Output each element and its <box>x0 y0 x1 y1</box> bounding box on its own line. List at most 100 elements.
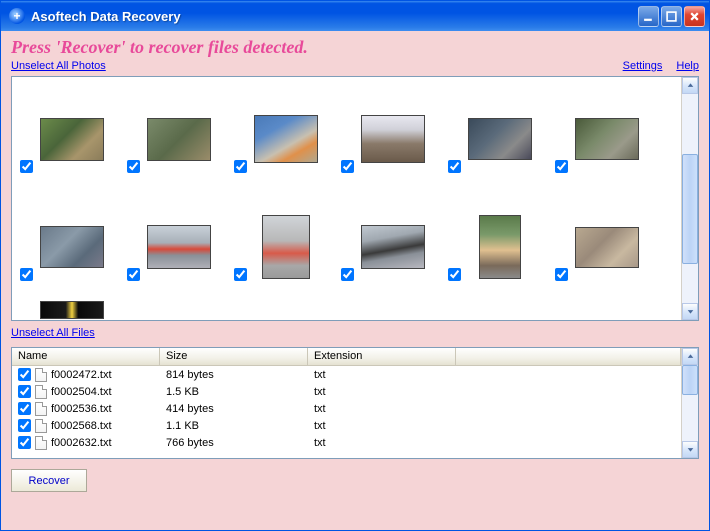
instruction-text: Press 'Recover' to recover files detecte… <box>11 37 699 58</box>
file-checkbox[interactable] <box>18 368 31 381</box>
cell-extension: txt <box>308 369 456 381</box>
cell-name: f0002472.txt <box>12 368 160 382</box>
cell-extension: txt <box>308 403 456 415</box>
col-header-size[interactable]: Size <box>160 348 308 365</box>
cell-size: 766 bytes <box>160 437 308 449</box>
help-link[interactable]: Help <box>676 60 699 72</box>
thumbnail-checkbox[interactable] <box>555 268 568 281</box>
thumbnail-image[interactable] <box>575 118 639 160</box>
table-row[interactable]: f0002504.txt1.5 KBtxt <box>12 383 681 400</box>
unselect-all-files-link[interactable]: Unselect All Files <box>11 327 95 339</box>
scroll-up-button[interactable] <box>682 77 698 94</box>
thumbnail-image[interactable] <box>40 301 104 319</box>
thumbnail-checkbox[interactable] <box>341 160 354 173</box>
table-row[interactable]: f0002632.txt766 bytestxt <box>12 434 681 451</box>
thumbnail-cell[interactable] <box>446 193 553 301</box>
thumbnail-image[interactable] <box>147 118 211 161</box>
window-title: Asoftech Data Recovery <box>31 9 638 24</box>
file-icon <box>35 436 47 450</box>
thumbnail-image[interactable] <box>254 115 318 163</box>
recover-button[interactable]: Recover <box>11 469 87 492</box>
file-checkbox[interactable] <box>18 402 31 415</box>
thumbnail-cell[interactable] <box>125 85 232 193</box>
thumbnail-cell[interactable] <box>339 193 446 301</box>
photos-scrollbar[interactable] <box>681 77 698 320</box>
cell-size: 1.1 KB <box>160 420 308 432</box>
close-button[interactable] <box>684 6 705 27</box>
thumbnail-checkbox[interactable] <box>448 268 461 281</box>
scroll-up-button[interactable] <box>682 348 698 365</box>
maximize-button[interactable] <box>661 6 682 27</box>
table-row[interactable]: f0002568.txt1.1 KBtxt <box>12 417 681 434</box>
thumbnail-checkbox[interactable] <box>20 268 33 281</box>
col-header-name[interactable]: Name <box>12 348 160 365</box>
file-name: f0002472.txt <box>51 369 112 381</box>
minimize-button[interactable] <box>638 6 659 27</box>
bottom-bar: Recover <box>11 469 699 492</box>
thumbnail-image[interactable] <box>40 118 104 161</box>
file-name: f0002536.txt <box>51 403 112 415</box>
thumbnail-checkbox[interactable] <box>555 160 568 173</box>
titlebar[interactable]: + Asoftech Data Recovery <box>1 1 709 31</box>
thumbnail-image[interactable] <box>147 225 211 269</box>
thumbnail-checkbox[interactable] <box>448 160 461 173</box>
file-checkbox[interactable] <box>18 385 31 398</box>
cell-name: f0002568.txt <box>12 419 160 433</box>
thumbnail-checkbox[interactable] <box>127 160 140 173</box>
file-icon <box>35 368 47 382</box>
thumbnail-image[interactable] <box>361 115 425 163</box>
files-table: Name Size Extension f0002472.txt 814 byte… <box>12 348 681 458</box>
thumbnail-cell[interactable] <box>232 85 339 193</box>
app-window: + Asoftech Data Recovery Press 'Recover'… <box>0 0 710 531</box>
thumbnail-cell[interactable] <box>446 85 553 193</box>
scroll-down-button[interactable] <box>682 303 698 320</box>
photos-link-row: Unselect All Photos Settings Help <box>11 60 699 72</box>
files-scrollbar[interactable] <box>681 348 698 458</box>
scroll-track[interactable] <box>682 94 698 303</box>
table-row[interactable]: f0002472.txt 814 bytestxt <box>12 366 681 383</box>
thumbnail-cell[interactable] <box>339 85 446 193</box>
table-row[interactable]: f0002536.txt 414 bytestxt <box>12 400 681 417</box>
thumbnail-cell[interactable] <box>232 193 339 301</box>
cell-name: f0002632.txt <box>12 436 160 450</box>
file-checkbox[interactable] <box>18 436 31 449</box>
file-checkbox[interactable] <box>18 419 31 432</box>
thumbnail-cell[interactable] <box>18 301 125 320</box>
file-icon <box>35 419 47 433</box>
file-icon <box>35 402 47 416</box>
file-name: f0002568.txt <box>51 420 112 432</box>
scroll-track[interactable] <box>682 365 698 441</box>
thumbnail-cell[interactable] <box>553 193 660 301</box>
files-panel: Name Size Extension f0002472.txt 814 byte… <box>11 347 699 459</box>
thumbnail-checkbox[interactable] <box>20 160 33 173</box>
thumbnail-cell[interactable] <box>553 85 660 193</box>
thumbnail-image[interactable] <box>262 215 310 279</box>
settings-link[interactable]: Settings <box>623 60 663 72</box>
col-header-spacer <box>456 348 681 365</box>
cell-extension: txt <box>308 386 456 398</box>
thumbnail-image[interactable] <box>468 118 532 160</box>
scroll-thumb[interactable] <box>682 365 698 395</box>
thumbnail-checkbox[interactable] <box>127 268 140 281</box>
scroll-thumb[interactable] <box>682 154 698 264</box>
thumbnail-checkbox[interactable] <box>341 268 354 281</box>
unselect-all-photos-link[interactable]: Unselect All Photos <box>11 60 106 72</box>
thumbnail-checkbox[interactable] <box>234 268 247 281</box>
thumbnail-cell[interactable] <box>18 193 125 301</box>
cell-size: 814 bytes <box>160 369 308 381</box>
photos-panel <box>11 76 699 321</box>
thumbnail-cell[interactable] <box>18 85 125 193</box>
thumbnail-cell[interactable] <box>125 193 232 301</box>
files-table-body: f0002472.txt814 bytestxtf0002504.txt1.5 … <box>12 366 681 458</box>
thumbnail-image[interactable] <box>479 215 521 279</box>
cell-size: 414 bytes <box>160 403 308 415</box>
cell-extension: txt <box>308 437 456 449</box>
thumbnail-checkbox[interactable] <box>234 160 247 173</box>
col-header-extension[interactable]: Extension <box>308 348 456 365</box>
files-link-row: Unselect All Files <box>11 327 699 339</box>
thumbnail-image[interactable] <box>361 225 425 269</box>
file-name: f0002504.txt <box>51 386 112 398</box>
scroll-down-button[interactable] <box>682 441 698 458</box>
thumbnail-image[interactable] <box>40 226 104 268</box>
thumbnail-image[interactable] <box>575 227 639 268</box>
